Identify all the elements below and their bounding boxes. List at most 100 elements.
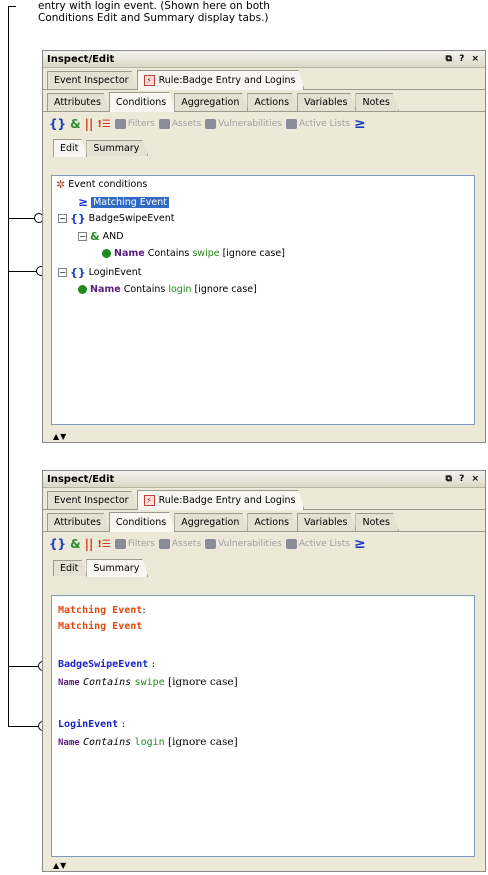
collapse-icon[interactable]: − xyxy=(78,232,87,241)
tab-edit[interactable]: Edit xyxy=(53,560,87,576)
tab-summary[interactable]: Summary xyxy=(86,140,148,156)
tab-edit[interactable]: Edit xyxy=(53,139,87,157)
rule-icon: ⚡ xyxy=(144,75,155,86)
operator-text: Contains xyxy=(83,737,132,748)
vulnerability-icon xyxy=(205,539,217,549)
tab-attributes[interactable]: Attributes xyxy=(47,93,110,111)
tree-login-event[interactable]: − {} LoginEvent xyxy=(58,266,142,279)
badge-swipe-text: BadgeSwipeEvent xyxy=(58,659,149,670)
tab-rule[interactable]: ⚡ Rule:Badge Entry and Logins xyxy=(137,70,305,90)
summary-badge-condition: Name Contains swipe [ignore case] xyxy=(58,676,238,688)
split-arrows[interactable]: ▲▼ xyxy=(53,861,67,870)
inspect-edit-panel-summary: Inspect/Edit ⧉ ? × Event Inspector ⚡ Rule… xyxy=(42,470,486,872)
tab-conditions[interactable]: Conditions xyxy=(109,92,175,112)
tab-notes[interactable]: Notes xyxy=(355,93,398,111)
view-tabs: Edit Summary xyxy=(43,136,485,156)
tab-aggregation[interactable]: Aggregation xyxy=(174,513,248,531)
tab-event-inspector[interactable]: Event Inspector xyxy=(47,491,138,509)
braces-icon[interactable]: {} xyxy=(49,117,66,131)
vulnerabilities-button[interactable]: Vulnerabilities xyxy=(205,539,282,549)
panel-title: Inspect/Edit xyxy=(47,473,115,485)
tab-rule-label: Rule:Badge Entry and Logins xyxy=(158,495,296,506)
tab-actions[interactable]: Actions xyxy=(247,513,298,531)
assets-label: Assets xyxy=(171,119,202,129)
filters-button[interactable]: Filters xyxy=(114,539,155,549)
callout-vertical-line xyxy=(8,6,9,726)
assets-button[interactable]: Assets xyxy=(158,539,202,549)
vulnerabilities-button[interactable]: Vulnerabilities xyxy=(205,119,282,129)
tree-badge-condition[interactable]: Name Contains swipe [ignore case] xyxy=(102,248,285,259)
not-icon[interactable]: !☰ xyxy=(97,119,111,130)
active-list-icon xyxy=(285,539,297,549)
vulnerability-icon xyxy=(205,119,217,129)
login-event-colon: : xyxy=(121,718,126,730)
field-text: Name xyxy=(58,738,80,748)
tab-conditions[interactable]: Conditions xyxy=(109,512,175,532)
tree-matching-event[interactable]: ≥ Matching Event xyxy=(78,195,169,209)
tree-and[interactable]: − & AND xyxy=(78,230,124,243)
window-controls[interactable]: ⧉ ? × xyxy=(446,54,481,64)
collapse-icon[interactable]: − xyxy=(58,268,67,277)
document-tabs: Event Inspector ⚡ Rule:Badge Entry and Lo… xyxy=(43,68,485,90)
window-controls[interactable]: ⧉ ? × xyxy=(446,474,481,484)
panel-title: Inspect/Edit xyxy=(47,53,115,65)
tree-login-condition[interactable]: Name Contains login [ignore case] xyxy=(78,284,257,295)
figure-caption: entry with login event. (Shown here on b… xyxy=(38,0,478,24)
and-icon[interactable]: & xyxy=(70,117,80,131)
filters-button[interactable]: Filters xyxy=(114,119,155,129)
active-lists-button[interactable]: Active Lists xyxy=(285,119,350,129)
tab-aggregation[interactable]: Aggregation xyxy=(174,93,248,111)
callout-top-tick xyxy=(8,6,16,7)
condition-summary: Matching Event: Matching Event BadgeSwip… xyxy=(51,595,475,857)
braces-icon[interactable]: {} xyxy=(49,537,66,551)
active-lists-button[interactable]: Active Lists xyxy=(285,539,350,549)
summary-badge-heading: BadgeSwipeEvent : xyxy=(58,658,155,670)
asset-icon xyxy=(158,539,170,549)
value-text: swipe xyxy=(134,677,165,688)
operator-text: Contains xyxy=(83,677,132,688)
active-list-icon xyxy=(285,119,297,129)
badge-swipe-label: BadgeSwipeEvent xyxy=(88,213,175,224)
braces-icon: {} xyxy=(70,212,86,225)
tab-summary[interactable]: Summary xyxy=(86,559,148,577)
not-icon[interactable]: !☰ xyxy=(97,539,111,550)
tab-rule-label: Rule:Badge Entry and Logins xyxy=(158,75,296,86)
and-icon[interactable]: & xyxy=(70,537,80,551)
collapse-icon[interactable]: − xyxy=(58,214,67,223)
tree-badge-swipe-event[interactable]: − {} BadgeSwipeEvent xyxy=(58,212,174,225)
login-event-label: LoginEvent xyxy=(88,267,142,278)
tree-root[interactable]: ✲ Event conditions xyxy=(56,178,147,191)
assets-label: Assets xyxy=(171,539,202,549)
split-arrows[interactable]: ▲▼ xyxy=(53,432,67,441)
callout-to-badge-summary xyxy=(8,666,42,667)
and-label: AND xyxy=(102,231,124,242)
suffix-label: [ignore case] xyxy=(222,248,285,259)
matching-event-icon[interactable]: ≥ xyxy=(354,536,366,552)
active-lists-label: Active Lists xyxy=(298,539,350,549)
and-icon: & xyxy=(90,230,100,243)
field-label: Name xyxy=(114,248,145,259)
callout-to-login-summary xyxy=(8,726,42,727)
matching-event-icon[interactable]: ≥ xyxy=(354,116,366,132)
field-text: Name xyxy=(58,678,80,688)
view-tabs: Edit Summary xyxy=(43,556,485,576)
summary-matching-value: Matching Event xyxy=(58,620,142,632)
summary-matching-heading: Matching Event: xyxy=(58,604,146,616)
tab-notes[interactable]: Notes xyxy=(355,513,398,531)
filter-icon xyxy=(114,539,126,549)
tab-attributes[interactable]: Attributes xyxy=(47,513,110,531)
or-icon[interactable]: || xyxy=(85,537,94,551)
tab-rule[interactable]: ⚡ Rule:Badge Entry and Logins xyxy=(137,490,305,510)
value-label: login xyxy=(168,284,192,295)
callout-to-login-edit xyxy=(8,271,38,272)
matching-event-text: Matching Event xyxy=(58,605,143,616)
tab-actions[interactable]: Actions xyxy=(247,93,298,111)
assets-button[interactable]: Assets xyxy=(158,119,202,129)
value-label: swipe xyxy=(192,248,220,259)
tab-event-inspector[interactable]: Event Inspector xyxy=(47,71,138,89)
tab-variables[interactable]: Variables xyxy=(297,513,356,531)
matching-event-colon: : xyxy=(142,604,146,616)
panel-titlebar: Inspect/Edit ⧉ ? × xyxy=(43,471,485,488)
or-icon[interactable]: || xyxy=(85,117,94,131)
tab-variables[interactable]: Variables xyxy=(297,93,356,111)
